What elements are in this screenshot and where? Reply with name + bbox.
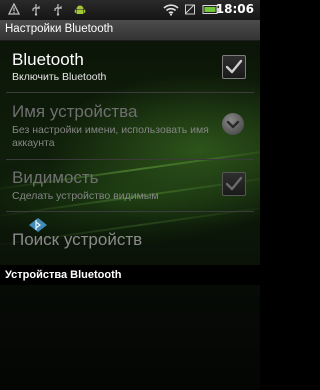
bluetooth-title: Bluetooth <box>12 50 84 69</box>
device-name-dropdown[interactable] <box>222 113 244 135</box>
usb-icon <box>30 3 42 16</box>
bluetooth-toggle-row[interactable]: Bluetooth Включить Bluetooth <box>0 41 260 91</box>
check-icon <box>225 59 243 74</box>
devices-section-header: Устройства Bluetooth <box>0 265 260 285</box>
visibility-row[interactable]: Видимость Сделать устройство видимым <box>0 160 260 210</box>
sim-icon <box>184 3 196 16</box>
page-title: Настройки Bluetooth <box>5 23 114 35</box>
chevron-down-icon <box>226 120 240 129</box>
bluetooth-summary: Включить Bluetooth <box>12 71 107 83</box>
device-name-summary: Без настройки имени, использовать имя ак… <box>12 124 209 149</box>
android-icon <box>74 3 86 16</box>
wifi-icon <box>163 3 179 16</box>
visibility-summary: Сделать устройство видимым <box>12 190 159 202</box>
check-icon <box>225 176 243 191</box>
clock: 18:06 <box>215 2 254 16</box>
search-devices-title: Поиск устройств <box>12 230 143 249</box>
screen: 18:06 Настройки Bluetooth Bluetooth Вклю… <box>0 0 260 390</box>
visibility-title: Видимость <box>12 168 99 187</box>
visibility-checkbox[interactable] <box>222 172 246 196</box>
usb-icon <box>52 3 64 16</box>
bluetooth-checkbox[interactable] <box>222 55 246 79</box>
title-bar: Настройки Bluetooth <box>0 20 260 41</box>
device-name-row[interactable]: Имя устройства Без настройки имени, испо… <box>0 93 260 159</box>
warning-icon <box>7 2 21 16</box>
devices-section-title: Устройства Bluetooth <box>5 269 122 281</box>
device-name-title: Имя устройства <box>12 102 138 121</box>
search-devices-row[interactable]: Поиск устройств <box>0 212 260 264</box>
devices-list-empty <box>0 285 260 390</box>
status-bar: 18:06 <box>0 0 260 21</box>
